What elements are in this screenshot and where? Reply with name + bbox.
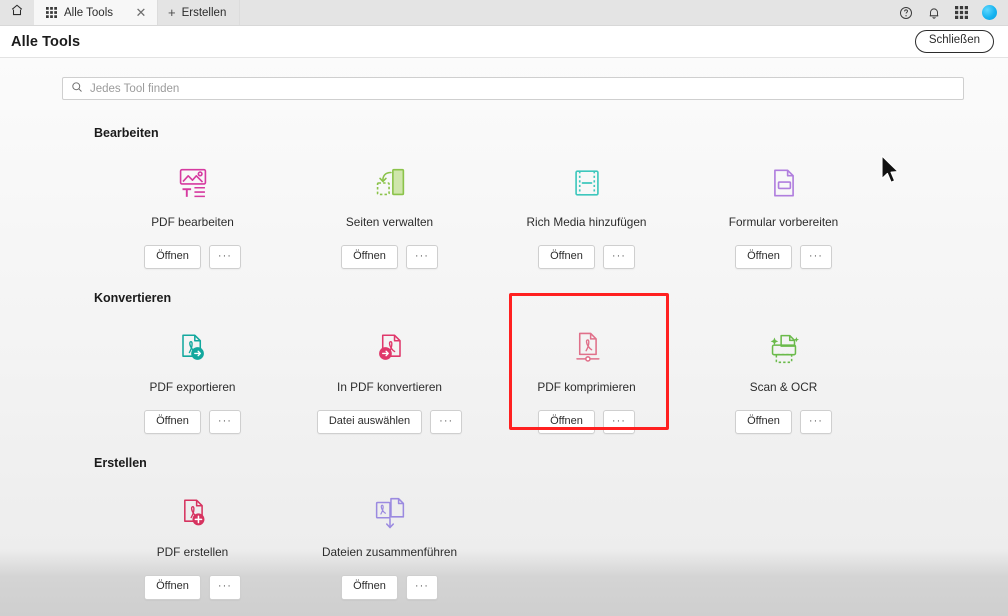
- app-grid-icon[interactable]: [955, 6, 968, 19]
- section-title: Bearbeiten: [94, 126, 159, 140]
- open-button[interactable]: Öffnen: [341, 575, 398, 600]
- tile-seiten-verwalten[interactable]: Seiten verwalten Öffnen ···: [291, 149, 488, 270]
- create-button[interactable]: + Erstellen: [158, 0, 241, 25]
- create-label: Erstellen: [181, 6, 227, 19]
- page-title: Alle Tools: [11, 33, 81, 50]
- bell-icon[interactable]: [927, 6, 941, 20]
- open-button[interactable]: Öffnen: [144, 410, 201, 435]
- open-button[interactable]: Öffnen: [735, 245, 792, 270]
- section-bearbeiten: Bearbeiten PDF bearbeiten Öffnen ··· Sei…: [0, 126, 1008, 270]
- tile-actions: Öffnen ···: [144, 410, 241, 435]
- tile-pdf-exportieren[interactable]: PDF exportieren Öffnen ···: [94, 314, 291, 435]
- tile-label: Rich Media hinzufügen: [526, 215, 647, 229]
- more-options-button[interactable]: ···: [799, 245, 832, 270]
- tile-pdf-bearbeiten[interactable]: PDF bearbeiten Öffnen ···: [94, 149, 291, 270]
- tile-label: PDF exportieren: [149, 380, 236, 395]
- close-icon[interactable]: ✕: [133, 6, 149, 19]
- tile-rich-media[interactable]: Rich Media hinzufügen Öffnen ···: [488, 149, 685, 270]
- edit-pdf-icon: [172, 160, 214, 206]
- tile-in-pdf-konvertieren[interactable]: In PDF konvertieren Datei auswählen ···: [291, 314, 488, 435]
- grid-icon: [46, 7, 57, 18]
- tile-actions: Öffnen ···: [341, 575, 438, 600]
- more-options-button[interactable]: ···: [208, 575, 241, 600]
- tile-actions: Öffnen ···: [144, 575, 241, 600]
- home-icon: [10, 3, 24, 22]
- export-pdf-icon: [173, 325, 213, 371]
- organize-pages-icon: [369, 160, 411, 206]
- tile-label: PDF bearbeiten: [151, 215, 234, 229]
- more-options-button[interactable]: ···: [602, 245, 635, 270]
- tile-actions: Öffnen ···: [341, 245, 438, 270]
- tile-formular-vorbereiten[interactable]: Formular vorbereiten Öffnen ···: [685, 149, 882, 270]
- tile-actions: Öffnen ···: [538, 245, 635, 270]
- tile-label: Formular vorbereiten: [728, 215, 839, 229]
- content-area: Bearbeiten PDF bearbeiten Öffnen: [0, 58, 1008, 616]
- search-box[interactable]: [62, 77, 964, 100]
- more-options-button[interactable]: ···: [430, 410, 463, 435]
- home-button[interactable]: [0, 0, 34, 25]
- open-button[interactable]: Öffnen: [538, 245, 595, 270]
- more-options-button[interactable]: ···: [208, 410, 241, 435]
- create-pdf-icon: [370, 325, 410, 371]
- close-button[interactable]: Schließen: [914, 30, 994, 53]
- more-options-button[interactable]: ···: [799, 410, 832, 435]
- plus-icon: +: [168, 5, 176, 20]
- choose-file-button[interactable]: Datei auswählen: [316, 410, 423, 435]
- tile-label: Scan & OCR: [749, 380, 818, 395]
- combine-files-icon: [369, 490, 411, 536]
- open-button[interactable]: Öffnen: [341, 245, 398, 270]
- tab-label: Alle Tools: [64, 6, 114, 19]
- open-button[interactable]: Öffnen: [144, 575, 201, 600]
- section-erstellen: Erstellen PDF erstellen Öffnen ··· Datei…: [0, 456, 1008, 600]
- tile-actions: Öffnen ···: [735, 410, 832, 435]
- more-options-button[interactable]: ···: [208, 245, 241, 270]
- more-options-button[interactable]: ···: [405, 245, 438, 270]
- help-circle-icon[interactable]: [899, 6, 913, 20]
- tile-row: PDF erstellen Öffnen ··· Dateien zusamme…: [94, 479, 1008, 600]
- tile-label: In PDF konvertieren: [337, 380, 442, 395]
- tile-actions: Öffnen ···: [538, 410, 635, 435]
- open-button[interactable]: Öffnen: [144, 245, 201, 270]
- tile-label: PDF komprimieren: [537, 380, 636, 395]
- section-konvertieren: Konvertieren PDF exportieren Öffnen ···: [0, 291, 1008, 435]
- more-options-button[interactable]: ···: [602, 410, 635, 435]
- tile-label: Dateien zusammenführen: [321, 545, 458, 560]
- rich-media-icon: [567, 160, 607, 206]
- tile-actions: Öffnen ···: [144, 245, 241, 270]
- create-pdf-plus-icon: [173, 490, 213, 536]
- tile-row: PDF exportieren Öffnen ··· In PDF konver…: [94, 293, 1008, 435]
- tile-label: Seiten verwalten: [345, 215, 434, 229]
- tab-bar-actions: [899, 0, 1008, 25]
- tile-pdf-komprimieren[interactable]: PDF komprimieren Öffnen ···: [488, 293, 685, 435]
- tile-scan-ocr[interactable]: Scan & OCR Öffnen ···: [685, 314, 882, 435]
- section-title: Erstellen: [94, 456, 147, 471]
- open-button[interactable]: Öffnen: [735, 410, 792, 435]
- tab-alle-tools[interactable]: Alle Tools ✕: [34, 0, 158, 25]
- tile-actions: Datei auswählen ···: [316, 410, 463, 435]
- tile-dateien-zusammenfuehren[interactable]: Dateien zusammenführen Öffnen ···: [291, 479, 488, 600]
- search-icon: [71, 80, 83, 98]
- section-title: Konvertieren: [94, 291, 172, 306]
- prepare-form-icon: [764, 160, 804, 206]
- search-input[interactable]: [90, 82, 955, 95]
- avatar[interactable]: [982, 5, 997, 20]
- tab-bar: Alle Tools ✕ + Erstellen: [0, 0, 1008, 26]
- search-area: [0, 58, 1008, 100]
- tile-label: PDF erstellen: [156, 545, 229, 560]
- more-options-button[interactable]: ···: [405, 575, 438, 600]
- open-button[interactable]: Öffnen: [538, 410, 595, 435]
- tile-actions: Öffnen ···: [735, 245, 832, 270]
- title-bar: Alle Tools Schließen: [0, 26, 1008, 58]
- compress-pdf-icon: [567, 325, 607, 371]
- tile-pdf-erstellen[interactable]: PDF erstellen Öffnen ···: [94, 479, 291, 600]
- tile-row: PDF bearbeiten Öffnen ··· Seiten verwalt…: [94, 149, 1008, 270]
- scan-ocr-icon: [763, 325, 805, 371]
